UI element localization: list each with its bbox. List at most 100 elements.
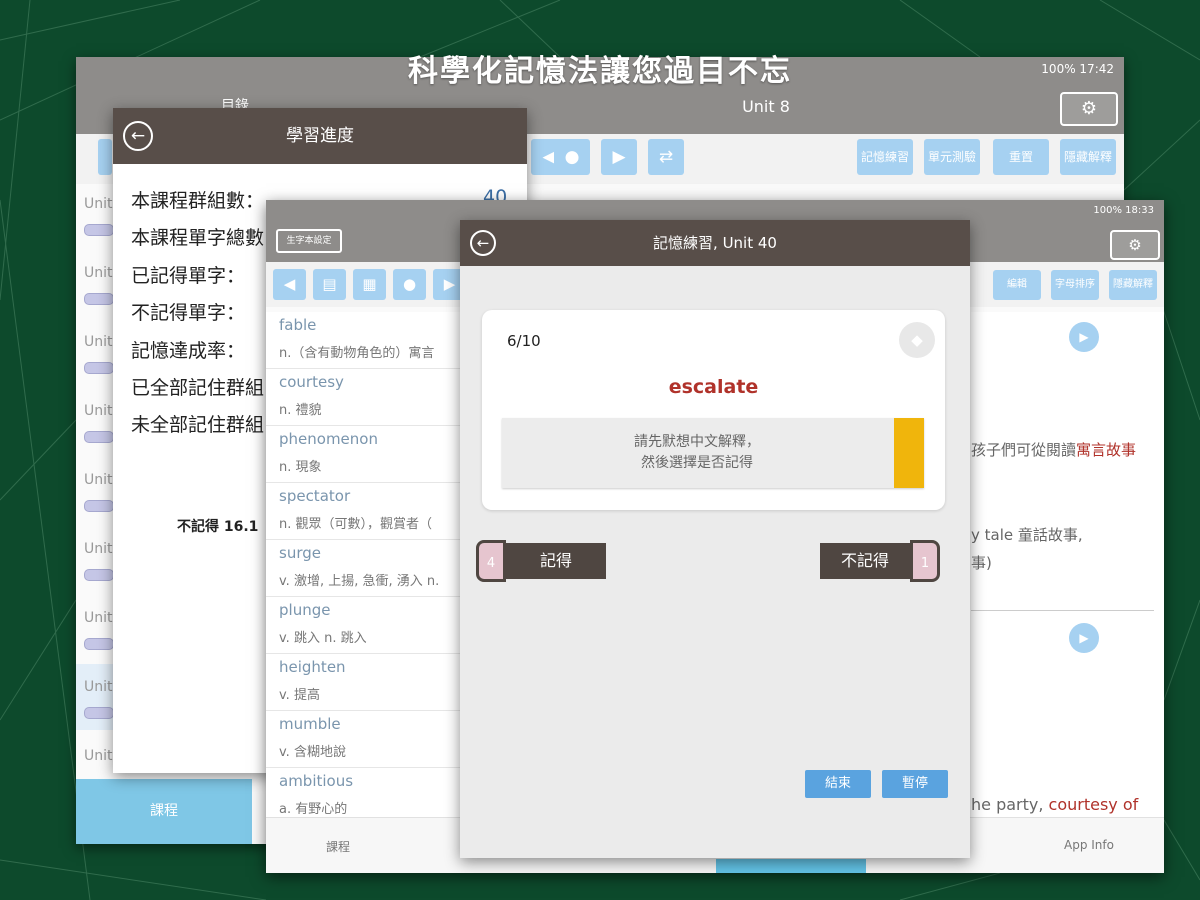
tab-app-info[interactable]: App Info (1064, 838, 1114, 852)
page-title: Unit 8 (742, 97, 790, 116)
example-sentence: he party, courtesy of (971, 795, 1138, 814)
stat-label: 已記得單字： (131, 265, 246, 287)
cards-icon[interactable]: ▦ (353, 269, 386, 300)
dialog-header: ← 學習進度 (113, 108, 527, 164)
hint-line: 請先默想中文解釋， (634, 434, 760, 450)
list-item[interactable]: ambitious a. 有野心的 (266, 768, 461, 817)
flashcard-word: escalate (668, 376, 759, 398)
tab-courses[interactable]: 課程 (76, 779, 252, 844)
sentence-text: 孩子們可從閱讀 (971, 441, 1077, 459)
flashcard: 6/10 ◆ escalate 請先默想中文解釋， 然後選擇是否記得 (482, 310, 945, 510)
tag-icon[interactable]: ◆ (899, 322, 935, 358)
word-english: spectator (279, 487, 351, 505)
remember-count: 4 (476, 540, 506, 582)
word-chinese: v. 跳入 n. 跳入 (279, 631, 367, 646)
back-arrow-icon[interactable]: ← (123, 121, 153, 151)
vocab-settings-button[interactable]: 生字本設定 (276, 229, 342, 253)
pause-button[interactable]: 暫停 (882, 770, 948, 798)
highlighted-word: courtesy of (1048, 795, 1139, 814)
list-item[interactable]: courtesy n. 禮貌 (266, 369, 461, 426)
speaker-icon[interactable]: ◀ (273, 269, 306, 300)
word-english: ambitious (279, 772, 354, 790)
progress-bar (84, 569, 114, 581)
swap-icon[interactable]: ⇄ (648, 139, 684, 175)
list-item[interactable]: Unit (84, 541, 113, 557)
chart-legend-forgot: 不記得 16.1 (177, 519, 259, 535)
end-button[interactable]: 結束 (805, 770, 871, 798)
unit-list: Unit Unit Unit Unit Unit Unit Unit Unit … (76, 184, 116, 784)
word-chinese: n. 禮貌 (279, 403, 322, 418)
gear-icon: ⚙ (1080, 98, 1098, 119)
list-item[interactable]: phenomenon n. 現象 (266, 426, 461, 483)
play-icon[interactable]: ▶ (601, 139, 637, 175)
related-phrase: y tale 童話故事, (971, 526, 1083, 544)
word-chinese: n. 觀眾（可數），觀賞者（ (279, 517, 433, 532)
list-item[interactable]: Unit (84, 748, 113, 764)
progress-bar (84, 431, 114, 443)
list-item[interactable]: Unit (84, 196, 113, 212)
back-arrow-icon[interactable]: ← (470, 230, 496, 256)
progress-bar (84, 707, 114, 719)
list-item[interactable]: Unit (84, 679, 113, 695)
word-chinese: v. 激增, 上揚, 急衝, 湧入 n. (279, 574, 440, 589)
edit-button[interactable]: 編輯 (993, 270, 1041, 300)
list-item[interactable]: fable n.（含有動物角色的）寓言 (266, 312, 461, 369)
reveal-tab[interactable] (894, 418, 924, 488)
progress-bar (84, 362, 114, 374)
memory-practice-button[interactable]: 記憶練習 (857, 139, 913, 175)
word-chinese: a. 有野心的 (279, 802, 348, 817)
list-item[interactable]: surge v. 激增, 上揚, 急衝, 湧入 n. (266, 540, 461, 597)
toolbar-button-left[interactable] (98, 139, 112, 175)
hint-line: 然後選擇是否記得 (641, 455, 753, 471)
settings-button[interactable]: ⚙ (1110, 230, 1160, 260)
hide-explanation-button[interactable]: 隱藏解釋 (1109, 270, 1157, 300)
list-item[interactable]: Unit (84, 472, 113, 488)
mic-icon[interactable]: ● (393, 269, 426, 300)
mic-icon[interactable]: ● (554, 139, 590, 175)
stat-label: 不記得單字： (131, 302, 246, 324)
unit-test-button[interactable]: 單元測驗 (924, 139, 980, 175)
reset-button[interactable]: 重置 (993, 139, 1049, 175)
stat-label: 記憶達成率： (131, 340, 246, 362)
word-english: heighten (279, 658, 346, 676)
play-audio-icon[interactable]: ▶ (1069, 623, 1099, 653)
hide-explanation-button[interactable]: 隱藏解釋 (1060, 139, 1116, 175)
word-chinese: n. 現象 (279, 460, 322, 475)
sort-alpha-button[interactable]: 字母排序 (1051, 270, 1099, 300)
word-chinese: v. 含糊地說 (279, 745, 346, 760)
list-item[interactable]: mumble v. 含糊地說 (266, 711, 461, 768)
stat-label: 已全部記住群組 (131, 377, 265, 399)
selected-row-highlight (76, 664, 116, 730)
remember-button[interactable]: 記得 (506, 543, 606, 579)
list-item[interactable]: Unit (84, 610, 113, 626)
progress-bar (84, 224, 114, 236)
word-english: courtesy (279, 373, 344, 391)
dialog-title: 學習進度 (286, 126, 354, 146)
not-remember-button[interactable]: 不記得 (820, 543, 910, 579)
forget-count: 1 (910, 540, 940, 582)
progress-bar (84, 293, 114, 305)
list-item[interactable]: plunge v. 跳入 n. 跳入 (266, 597, 461, 654)
memory-practice-dialog: ← 記憶練習, Unit 40 6/10 ◆ escalate 請先默想中文解釋… (460, 220, 970, 858)
gear-icon: ⚙ (1128, 236, 1142, 254)
stat-label: 本課程群組數： (131, 190, 265, 212)
hint-box[interactable]: 請先默想中文解釋， 然後選擇是否記得 (502, 418, 924, 488)
list-item[interactable]: spectator n. 觀眾（可數），觀賞者（ (266, 483, 461, 540)
list-item[interactable]: heighten v. 提高 (266, 654, 461, 711)
list-item[interactable]: Unit (84, 334, 113, 350)
word-chinese: v. 提高 (279, 688, 320, 703)
tab-courses[interactable]: 課程 (326, 838, 350, 855)
active-tab-indicator (716, 859, 866, 873)
stat-label: 本課程單字總數 (131, 227, 265, 249)
stat-label: 未全部記住群組 (131, 414, 265, 436)
word-english: surge (279, 544, 321, 562)
promo-headline: 科學化記憶法讓您過目不忘 (408, 54, 792, 89)
list-item[interactable]: Unit (84, 265, 113, 281)
book-icon[interactable]: ▤ (313, 269, 346, 300)
related-phrase-note: 事) (971, 554, 992, 572)
word-english: phenomenon (279, 430, 378, 448)
settings-button[interactable]: ⚙ (1060, 92, 1118, 126)
word-english: fable (279, 316, 317, 334)
play-audio-icon[interactable]: ▶ (1069, 322, 1099, 352)
list-item[interactable]: Unit (84, 403, 113, 419)
